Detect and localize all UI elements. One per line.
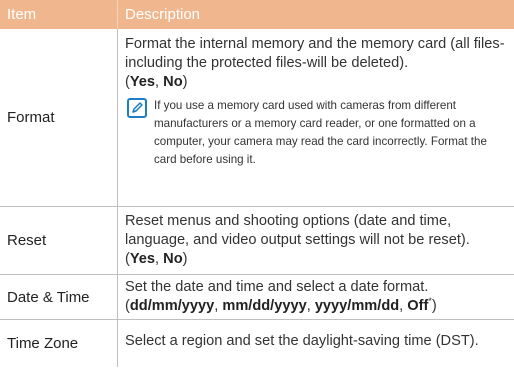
option-off: Off bbox=[407, 298, 429, 314]
table-header: Item Description bbox=[0, 0, 514, 29]
header-description: Description bbox=[117, 0, 514, 29]
item-date-time: Date & Time bbox=[7, 288, 90, 306]
description-format-text: Format the internal memory and the memor… bbox=[125, 36, 505, 71]
description-format: Format the internal memory and the memor… bbox=[117, 29, 514, 206]
option-yyyy-mm-dd: yyyy/mm/dd bbox=[314, 298, 400, 314]
options-date-time: (dd/mm/yyyy, mm/dd/yyyy, yyyy/mm/dd, Off… bbox=[125, 296, 437, 314]
option-no: No bbox=[163, 74, 183, 90]
item-reset: Reset bbox=[7, 232, 47, 249]
option-no: No bbox=[163, 251, 183, 267]
table-row-format: Format Format the internal memory and th… bbox=[0, 29, 514, 207]
footnote-mark: * bbox=[428, 296, 432, 307]
description-date-time: Set the date and time and select a date … bbox=[117, 275, 514, 319]
option-yes: Yes bbox=[129, 251, 156, 267]
options-reset: (Yes, No) bbox=[125, 251, 188, 267]
pencil-note-icon bbox=[127, 98, 147, 118]
option-yes: Yes bbox=[129, 74, 156, 90]
options-format: (Yes, No) bbox=[125, 74, 188, 90]
note-format: If you use a memory card used with camer… bbox=[125, 97, 508, 169]
settings-table: Item Description Format Format the inter… bbox=[0, 0, 514, 367]
table-row-reset: Reset Reset menus and shooting options (… bbox=[0, 207, 514, 275]
option-dd-mm-yyyy: dd/mm/yyyy bbox=[129, 298, 215, 314]
table-row-time-zone: Time Zone Select a region and set the da… bbox=[0, 320, 514, 367]
description-date-time-text: Set the date and time and select a date … bbox=[125, 279, 429, 295]
description-time-zone: Select a region and set the daylight-sav… bbox=[117, 320, 514, 367]
item-format: Format bbox=[7, 109, 55, 126]
item-time-zone: Time Zone bbox=[7, 335, 79, 352]
note-text: If you use a memory card used with camer… bbox=[154, 99, 487, 166]
option-mm-dd-yyyy: mm/dd/yyyy bbox=[222, 298, 307, 314]
description-reset-text: Reset menus and shooting options (date a… bbox=[125, 213, 470, 248]
table-row-date-time: Date & Time Set the date and time and se… bbox=[0, 275, 514, 320]
description-reset: Reset menus and shooting options (date a… bbox=[117, 207, 514, 274]
header-item: Item bbox=[7, 6, 37, 23]
